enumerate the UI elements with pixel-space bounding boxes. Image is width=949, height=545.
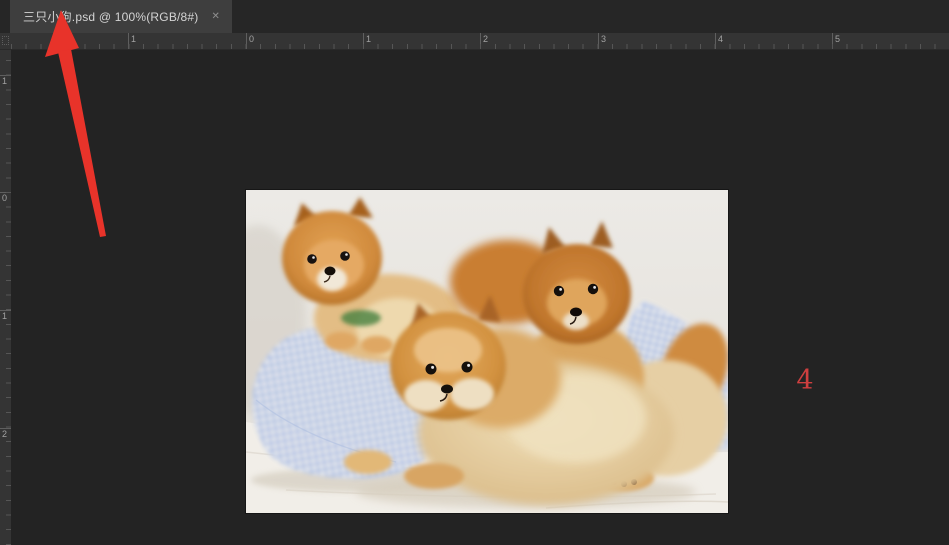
ruler-major-tick: 4 bbox=[715, 33, 716, 49]
ruler-label: 2 bbox=[483, 34, 488, 45]
ruler-major-tick: 2 bbox=[0, 428, 11, 429]
ruler-label: 0 bbox=[249, 34, 254, 45]
ruler-label: 0 bbox=[2, 194, 7, 203]
ruler-major-tick: 1 bbox=[0, 310, 11, 311]
document-image[interactable] bbox=[246, 190, 728, 513]
ruler-label: 3 bbox=[601, 34, 606, 45]
ruler-major-tick: 1 bbox=[363, 33, 364, 49]
ruler-major-tick: 0 bbox=[246, 33, 247, 49]
ruler-major-tick: 3 bbox=[598, 33, 599, 49]
ruler-origin-box[interactable] bbox=[0, 33, 11, 50]
ruler-label: 4 bbox=[718, 34, 723, 45]
canvas-area[interactable]: 4 bbox=[11, 50, 949, 545]
ruler-label: 2 bbox=[2, 430, 7, 439]
ruler-label: 1 bbox=[2, 77, 7, 86]
horizontal-ruler[interactable]: 1 0 1 2 3 4 5 bbox=[11, 33, 949, 50]
photoshop-window: 三只小狗.psd @ 100%(RGB/8#) ✕ 1 0 1 2 3 4 5 … bbox=[0, 0, 949, 545]
document-tab-title: 三只小狗.psd @ 100%(RGB/8#) bbox=[23, 8, 199, 25]
ruler-major-tick: 1 bbox=[128, 33, 129, 49]
ruler-major-tick: 2 bbox=[480, 33, 481, 49]
annotation-number: 4 bbox=[790, 365, 820, 396]
ruler-label: 1 bbox=[2, 312, 7, 321]
ruler-major-tick: 1 bbox=[0, 75, 11, 76]
ruler-label: 1 bbox=[131, 34, 136, 45]
vertical-ruler[interactable]: 1 0 1 2 bbox=[0, 50, 11, 545]
document-tab[interactable]: 三只小狗.psd @ 100%(RGB/8#) ✕ bbox=[10, 0, 232, 33]
ruler-label: 5 bbox=[835, 34, 840, 45]
document-tab-bar: 三只小狗.psd @ 100%(RGB/8#) ✕ bbox=[0, 0, 949, 33]
close-icon[interactable]: ✕ bbox=[212, 11, 220, 22]
ruler-label: 1 bbox=[366, 34, 371, 45]
ruler-major-tick: 0 bbox=[0, 192, 11, 193]
ruler-major-tick: 5 bbox=[832, 33, 833, 49]
dogs-photo bbox=[246, 190, 728, 513]
